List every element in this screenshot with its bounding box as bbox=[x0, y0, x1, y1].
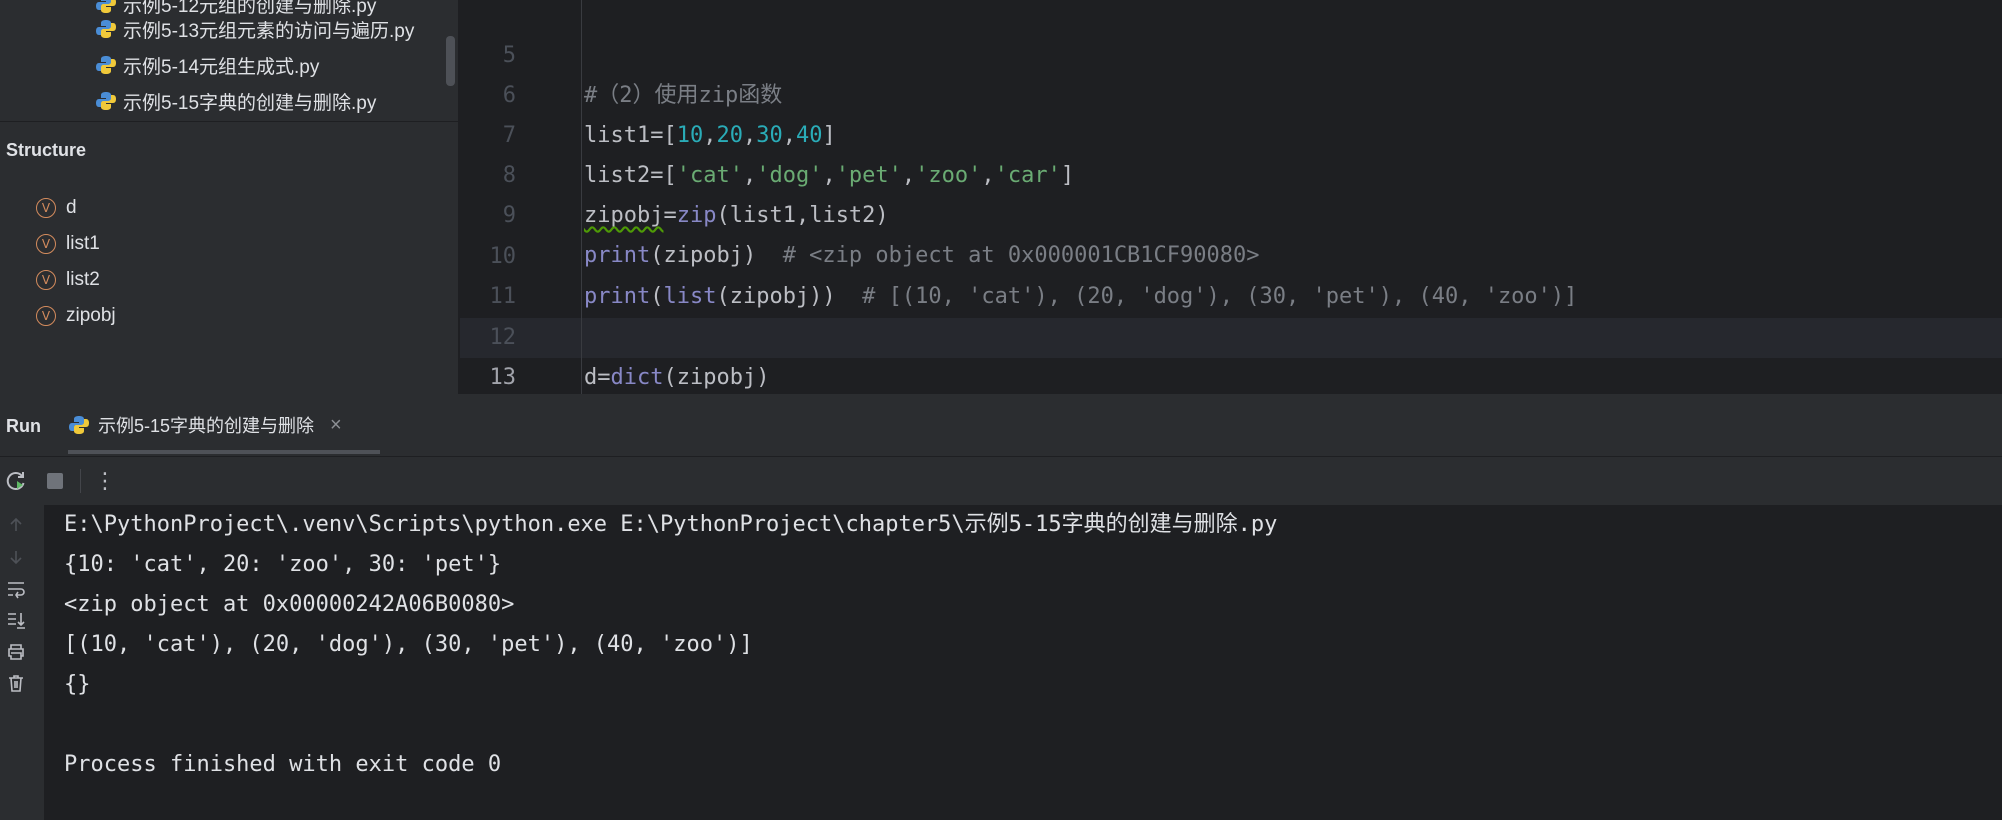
structure-item-label: d bbox=[66, 197, 77, 218]
clear-all-button[interactable] bbox=[2, 669, 30, 697]
run-tool-window: Run 示例5-15字典的创建与删除 × ⋮ E:\PythonProject\… bbox=[0, 394, 2002, 820]
console-output[interactable]: E:\PythonProject\.venv\Scripts\python.ex… bbox=[44, 505, 2002, 820]
scroll-to-end-icon bbox=[8, 613, 25, 629]
console-line: Process finished with exit code 0 bbox=[64, 752, 502, 777]
code-line[interactable]: 10 print(list(zipobj)) # [(10, 'cat'), (… bbox=[460, 197, 2002, 309]
stop-icon bbox=[47, 473, 63, 489]
tree-file-label: 示例5-15字典的创建与删除.py bbox=[123, 92, 377, 114]
tree-file-label: 示例5-14元组生成式.py bbox=[123, 56, 320, 78]
code-text: d=dict(zipobj) bbox=[584, 365, 770, 390]
tree-scrollbar-thumb[interactable] bbox=[446, 36, 455, 86]
console-line: E:\PythonProject\.venv\Scripts\python.ex… bbox=[64, 512, 1278, 537]
toolbar-divider bbox=[80, 469, 81, 493]
soft-wrap-icon bbox=[8, 582, 25, 599]
tree-file-item[interactable]: 示例5-14元组生成式.py bbox=[95, 47, 319, 83]
code-line[interactable]: 9 print(zipobj) # <zip object at 0x00000… bbox=[460, 156, 2002, 268]
arrow-down-icon bbox=[10, 551, 22, 565]
variable-icon: V bbox=[36, 306, 56, 326]
more-vertical-icon: ⋮ bbox=[94, 468, 116, 493]
console-line: [(10, 'cat'), (20, 'dog'), (30, 'pet'), … bbox=[64, 632, 753, 657]
code-line-current[interactable]: 13 print(d) # {10: 'cat', 20: 'dog', 30:… bbox=[460, 318, 2002, 430]
code-editor[interactable]: 5 #（2）使用zip函数 6 list1=[10,20,30,40] 7 li… bbox=[460, 0, 2002, 430]
run-tab[interactable]: 示例5-15字典的创建与删除 × bbox=[68, 404, 342, 446]
structure-title: Structure bbox=[6, 140, 87, 160]
run-tab-label: 示例5-15字典的创建与删除 bbox=[98, 416, 315, 436]
python-file-icon bbox=[96, 56, 116, 74]
structure-item-label: zipobj bbox=[66, 305, 116, 326]
variable-icon: V bbox=[36, 234, 56, 254]
run-title: Run bbox=[6, 416, 41, 436]
structure-item-d[interactable]: V d bbox=[36, 193, 77, 223]
code-line[interactable]: 7 list2=['cat','dog','pet','zoo','car'] bbox=[460, 76, 2002, 188]
variable-icon: V bbox=[36, 198, 56, 218]
rerun-icon bbox=[6, 472, 25, 490]
arrow-up-icon bbox=[10, 517, 22, 531]
left-panel: 示例5-12元组的创建与删除.py 示例5-13元组元素的访问与遍历.py 示例… bbox=[0, 0, 458, 394]
scroll-to-end-button[interactable] bbox=[2, 606, 30, 634]
code-line[interactable]: 11 bbox=[460, 237, 2002, 309]
close-icon[interactable]: × bbox=[330, 414, 342, 437]
run-toolbar: ⋮ bbox=[0, 457, 2002, 505]
console-line: {} bbox=[64, 672, 91, 697]
structure-item-label: list1 bbox=[66, 233, 100, 254]
scroll-down-button[interactable] bbox=[2, 543, 30, 571]
variable-icon: V bbox=[36, 270, 56, 290]
stop-button[interactable] bbox=[41, 467, 69, 495]
trash-icon bbox=[9, 675, 23, 692]
structure-item-zipobj[interactable]: V zipobj bbox=[36, 301, 116, 331]
structure-item-list2[interactable]: V list2 bbox=[36, 265, 100, 295]
print-button[interactable] bbox=[2, 638, 30, 666]
scroll-up-button[interactable] bbox=[2, 511, 30, 539]
console-line: {10: 'cat', 20: 'zoo', 30: 'pet'} bbox=[64, 552, 502, 577]
python-file-icon bbox=[96, 92, 116, 110]
code-line[interactable]: 6 list1=[10,20,30,40] bbox=[460, 36, 2002, 148]
code-line[interactable]: 8 zipobj=zip(list1,list2) bbox=[460, 116, 2002, 228]
python-file-icon bbox=[96, 20, 116, 38]
code-line[interactable]: 12 d=dict(zipobj) bbox=[460, 278, 2002, 390]
python-file-icon bbox=[69, 416, 89, 434]
console-side-toolbar bbox=[0, 505, 44, 820]
active-tab-indicator bbox=[68, 450, 380, 454]
more-options-button[interactable]: ⋮ bbox=[91, 467, 119, 495]
tree-file-item[interactable]: 示例5-13元组元素的访问与遍历.py bbox=[95, 11, 414, 47]
rerun-button[interactable] bbox=[2, 467, 30, 495]
panel-divider bbox=[0, 121, 458, 122]
project-tree: 示例5-12元组的创建与删除.py 示例5-13元组元素的访问与遍历.py 示例… bbox=[0, 0, 458, 121]
code-line[interactable]: 5 #（2）使用zip函数 bbox=[460, 0, 2002, 108]
soft-wrap-button[interactable] bbox=[2, 575, 30, 603]
tree-file-item[interactable]: 示例5-15字典的创建与删除.py bbox=[95, 83, 376, 119]
printer-icon bbox=[8, 644, 24, 660]
console-line: <zip object at 0x00000242A06B0080> bbox=[64, 592, 515, 617]
tree-file-label: 示例5-13元组元素的访问与遍历.py bbox=[123, 20, 415, 42]
line-number: 13 bbox=[489, 365, 517, 390]
structure-item-list1[interactable]: V list1 bbox=[36, 229, 100, 259]
structure-item-label: list2 bbox=[66, 269, 100, 290]
